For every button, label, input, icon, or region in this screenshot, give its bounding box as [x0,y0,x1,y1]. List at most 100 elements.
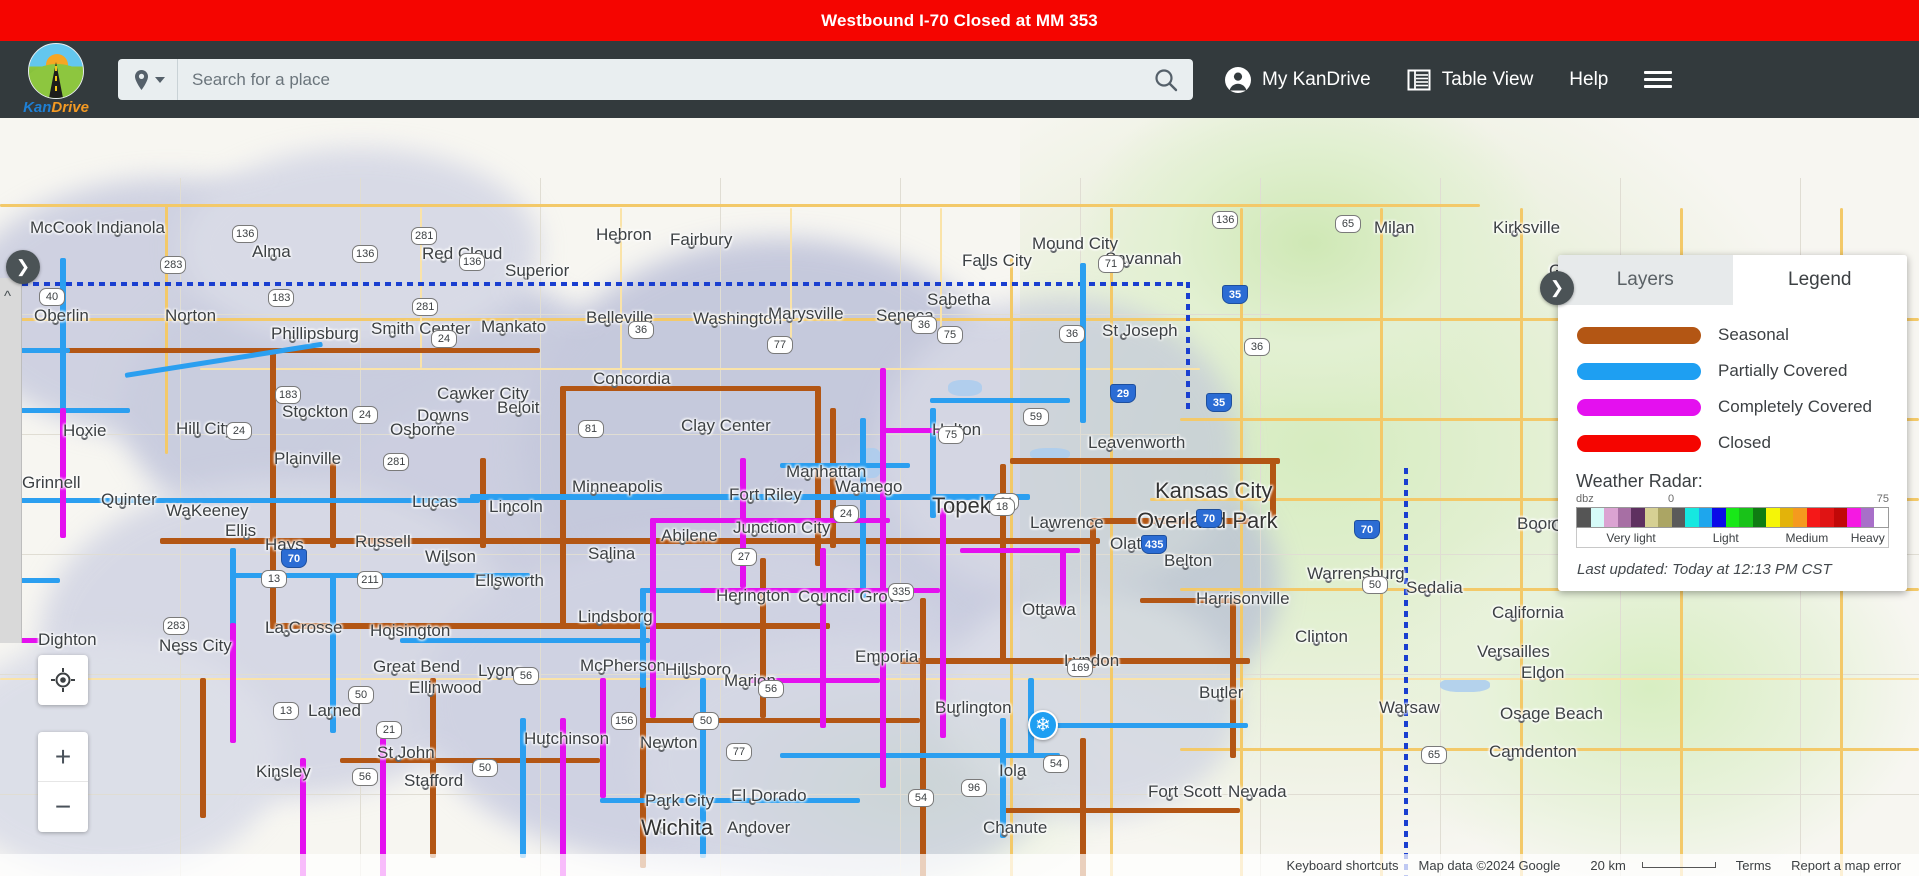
road-partially-covered[interactable] [930,408,936,518]
highway-shield: 71 [1098,255,1124,273]
road-seasonal[interactable] [200,678,206,818]
road-partially-covered[interactable] [1000,718,1006,838]
highway-shield: 24 [352,406,378,424]
radar-color-swatch [1671,508,1686,527]
road-partially-covered[interactable] [400,638,650,643]
road-seasonal[interactable] [920,598,926,876]
radar-color-swatch [1820,508,1834,527]
road-seasonal[interactable] [430,678,436,858]
road-seasonal[interactable] [160,538,410,544]
map-canvas[interactable]: McCookIndianolaAlmaRed CloudSuperiorHebr… [0,118,1919,876]
city-dot [292,461,299,468]
city-dot [663,803,670,810]
road-seasonal[interactable] [1010,458,1280,464]
highway-shield: 75 [938,426,964,444]
table-view-button[interactable]: Table View [1389,41,1552,118]
city-dot [816,599,823,606]
road-seasonal[interactable] [1090,518,1250,524]
road-seasonal[interactable] [1140,598,1240,603]
road-completely-covered[interactable] [940,508,946,738]
help-button[interactable]: Help [1551,41,1626,118]
my-kandrive-button[interactable]: My KanDrive [1207,41,1389,118]
panel-collapse-button[interactable]: ❯ [1540,271,1574,305]
road-seasonal[interactable] [1230,598,1236,758]
highway-shield: 283 [163,617,190,635]
city-dot [1246,794,1253,801]
road-seasonal[interactable] [640,718,920,723]
road-seasonal[interactable] [480,458,486,548]
city-dot [590,489,597,496]
terms-link[interactable]: Terms [1726,858,1781,873]
road-partially-covered[interactable] [600,798,860,803]
legend-item-closed: Closed [1574,425,1891,461]
road-completely-covered[interactable] [230,623,236,743]
city-dot [270,254,277,261]
city-dot [1325,576,1332,583]
radar-color-swatch [1793,508,1807,527]
kandrive-logo-icon [28,43,84,99]
road-seasonal[interactable] [330,458,336,548]
radar-color-swatch [1604,508,1618,527]
road-partially-covered[interactable] [1028,723,1248,728]
road-seasonal[interactable] [1090,518,1096,668]
road-seasonal[interactable] [560,388,566,628]
search-input[interactable] [178,60,1139,99]
tab-legend[interactable]: Legend [1732,255,1907,305]
highway-shield: 169 [1067,659,1094,677]
highway-shield: 65 [1335,215,1361,233]
left-panel-expand-button[interactable]: ❯ [6,250,40,284]
city-dot [745,830,752,837]
zoom-in-button[interactable]: + [38,732,88,782]
road-partially-covered[interactable] [700,678,706,858]
radar-category-medium: Medium [1785,530,1829,545]
highway-shield: 77 [726,743,752,761]
road-partially-covered[interactable] [860,418,866,598]
road-partially-covered[interactable] [780,463,910,468]
report-map-error-link[interactable]: Report a map error [1781,858,1911,873]
road-partially-covered[interactable] [930,398,1070,403]
zoom-out-button[interactable]: − [38,782,88,832]
city-dot [388,633,395,640]
road-completely-covered[interactable] [560,718,566,876]
road-completely-covered[interactable] [600,678,606,798]
my-location-button[interactable] [38,655,88,705]
map-data-text: Map data ©2024 Google [1418,857,1561,873]
city-dot [614,237,621,244]
road-partially-covered[interactable] [520,718,526,858]
road-partially-covered[interactable] [330,573,336,733]
hamburger-menu-button[interactable] [1626,41,1690,118]
road-partially-covered[interactable] [640,588,646,688]
road-completely-covered[interactable] [650,518,656,718]
highway-shield: 56 [758,680,784,698]
chevron-up-icon[interactable]: ^ [4,288,11,305]
road-completely-covered[interactable] [820,548,826,728]
radar-color-swatch [1739,508,1753,527]
kandrive-logo[interactable]: KanDrive [0,41,112,118]
map-scale-bar [1641,862,1716,868]
road-completely-covered[interactable] [740,458,746,588]
road-seasonal[interactable] [640,678,646,868]
city-dot [289,336,296,343]
search-type-selector[interactable] [118,59,178,100]
search-submit-button[interactable] [1139,59,1193,100]
snowflake-marker-icon[interactable]: ❄ [1028,710,1058,740]
highway-shield: 56 [352,768,378,786]
alert-banner[interactable]: Westbound I-70 Closed at MM 353 [0,0,1919,41]
highway-shield: 18 [989,498,1015,516]
keyboard-shortcuts-link[interactable]: Keyboard shortcuts [1277,858,1409,873]
road-seasonal[interactable] [270,623,830,629]
road-completely-covered[interactable] [1060,548,1066,608]
logo-wordmark: KanDrive [23,100,89,115]
city-dot [950,505,957,512]
road-seasonal[interactable] [400,538,1100,544]
tab-layers[interactable]: Layers [1558,255,1733,305]
road-seasonal[interactable] [560,386,820,391]
road-partially-covered[interactable] [780,753,1060,758]
road-seasonal[interactable] [1000,808,1240,813]
road-seasonal[interactable] [1270,458,1276,518]
road-completely-covered[interactable] [60,408,66,538]
road-partially-covered[interactable] [0,498,480,503]
city-dot [1539,675,1546,682]
road-seasonal[interactable] [830,408,836,548]
road-partially-covered[interactable] [1080,263,1086,423]
